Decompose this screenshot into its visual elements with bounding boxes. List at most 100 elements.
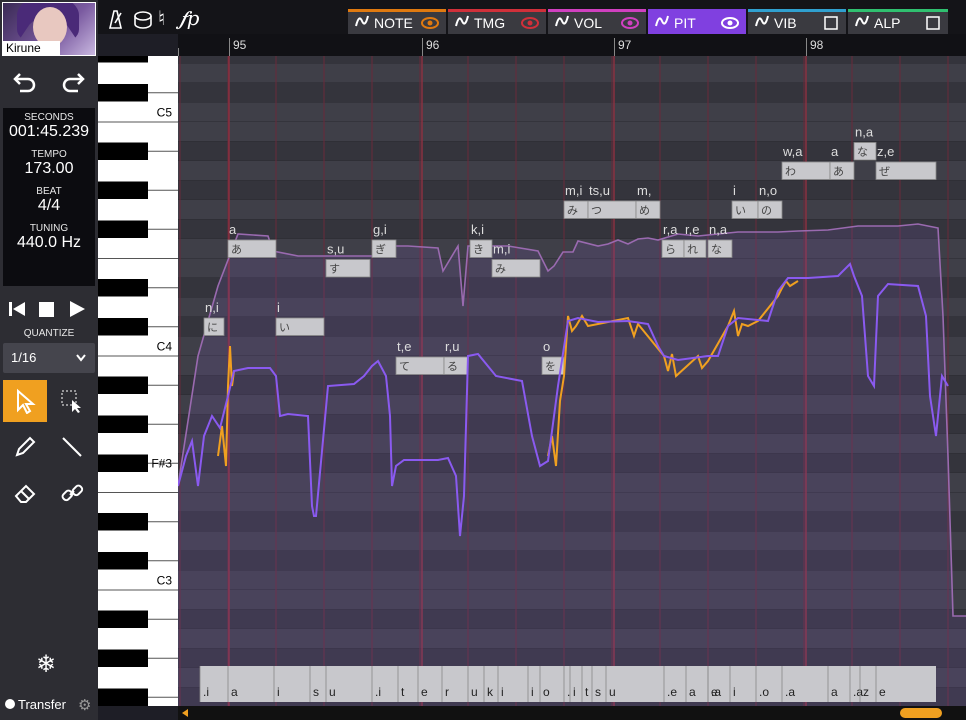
tab-vol[interactable]: VOL [548, 9, 646, 34]
note-kana: れ [687, 243, 698, 256]
tempo-label: TEMPO [31, 149, 67, 160]
lyric-phoneme: .a [853, 685, 863, 699]
tab-tmg[interactable]: TMG [448, 9, 546, 34]
pencil-tool-button[interactable] [3, 426, 47, 468]
note-phoneme: m,i [493, 242, 510, 257]
lyric-phoneme: i [733, 685, 736, 699]
cursor-icon [17, 388, 36, 414]
link-tool-button[interactable] [50, 472, 94, 514]
transport-controls [8, 298, 90, 320]
note-kana: る [447, 360, 458, 373]
note-kana: き [473, 243, 484, 256]
note-phoneme: i [277, 300, 280, 315]
note-phoneme: r,u [445, 339, 459, 354]
piano-roll[interactable]: に n,i あ a い i す s,u ぎ g,i て t,e る r,u き k,i み m,i を o み m,i つ t… [178, 56, 966, 706]
dynamics-icon[interactable]: 𝆑p [180, 6, 199, 30]
scroll-thumb[interactable] [900, 708, 942, 718]
note-phoneme: k,i [471, 222, 484, 237]
lyric-phoneme: .a [785, 685, 795, 699]
measure-number: 96 [426, 38, 440, 52]
note-phoneme: g,i [373, 222, 387, 237]
select-tool-button[interactable] [3, 380, 47, 422]
lyric-track[interactable]: .i a i s u .i t e r u k i i o. i t s u .e a e.a i .o .a a .a z e [178, 666, 966, 706]
note-kana: つ [591, 204, 602, 217]
piano-keyboard[interactable]: C5 C4 F#3 C3 [98, 56, 178, 706]
lyric-phoneme: i [531, 685, 534, 699]
lyric-phoneme: e [421, 685, 428, 699]
horizontal-scrollbar[interactable] [178, 706, 966, 720]
black-key[interactable] [98, 56, 148, 63]
beat-value[interactable]: 4/4 [3, 197, 95, 215]
lyric-phoneme: u [329, 685, 336, 699]
transfer-toggle[interactable]: Transfer [5, 697, 66, 712]
black-key[interactable] [98, 318, 148, 336]
piano-roll-canvas[interactable]: にn,iあaいiすs,u ぎg,iてt,eるr,uきk,iみm,iをoみm,iつt… [178, 56, 966, 706]
seconds-value: 001:45.239 [8, 123, 90, 140]
note-kana: に [207, 321, 218, 334]
measure-tick [178, 48, 179, 56]
tab-alp[interactable]: ALP [848, 9, 948, 34]
black-key[interactable] [98, 610, 148, 629]
pitch-row [178, 83, 966, 103]
pitch-row [178, 102, 966, 122]
note-kana: を [545, 360, 556, 373]
eraser-tool-button[interactable] [3, 472, 47, 514]
box-select-tool-button[interactable] [50, 380, 94, 422]
black-key[interactable] [98, 376, 148, 395]
metronome-icon[interactable] [104, 8, 126, 30]
quantize-select[interactable]: 1/16 [3, 343, 95, 373]
pitch-row [178, 63, 966, 83]
accidental-icon[interactable]: ♮ [158, 6, 165, 31]
black-key[interactable] [98, 181, 148, 200]
tab-note[interactable]: NOTE [348, 9, 446, 34]
undo-button[interactable] [12, 68, 38, 98]
black-key[interactable] [98, 688, 148, 707]
black-key[interactable] [98, 513, 148, 531]
measure-number: 95 [233, 38, 247, 52]
lyric-timeline[interactable]: .i a i s u .i t e r u k i i o. i t s u .e a e .a i .o .a a .a z e [178, 666, 966, 706]
quantize-label: QUANTIZE [23, 328, 75, 339]
stop-icon[interactable] [38, 300, 56, 318]
note-kana: て [399, 360, 410, 373]
redo-button[interactable] [60, 68, 86, 98]
tempo-value[interactable]: 173.00 [3, 160, 95, 178]
line-tool-button[interactable] [50, 426, 94, 468]
tab-label: PIT [674, 15, 696, 31]
black-key[interactable] [98, 142, 148, 161]
skip-back-icon[interactable] [8, 300, 26, 318]
lyric-phoneme: a [231, 685, 238, 699]
black-key[interactable] [98, 84, 148, 102]
measure-number: 97 [618, 38, 632, 52]
drum-icon[interactable] [132, 8, 154, 30]
note-kana: ぎ [375, 242, 386, 256]
play-icon[interactable] [68, 300, 86, 318]
black-key[interactable] [98, 415, 148, 434]
tab-label: VIB [774, 15, 797, 31]
note-phoneme: s,u [327, 242, 344, 257]
note-kana: め [639, 204, 650, 217]
gear-icon[interactable]: ⚙ [78, 696, 91, 714]
link-icon [61, 484, 84, 502]
tab-vib[interactable]: VIB [748, 9, 846, 34]
note-kana: の [761, 204, 772, 217]
lyric-phoneme: r [445, 685, 449, 699]
black-key[interactable] [98, 279, 148, 297]
tab-pit[interactable]: PIT [648, 9, 746, 34]
note-phoneme: z,e [877, 144, 894, 159]
scroll-left-icon[interactable] [180, 708, 190, 718]
black-key[interactable] [98, 454, 148, 473]
black-key[interactable] [98, 552, 148, 570]
tab-label: TMG [474, 15, 506, 31]
snowflake-icon[interactable]: ❄ [36, 650, 56, 679]
black-key[interactable] [98, 649, 148, 668]
black-key[interactable] [98, 220, 148, 239]
singer-avatar[interactable]: Kirune [2, 2, 96, 56]
lyric-phoneme: i [277, 685, 280, 699]
measure-ruler[interactable]: 95 96 97 98 [178, 34, 966, 56]
note-phoneme: w,a [782, 144, 803, 159]
note-phoneme: i [733, 183, 736, 198]
piano-keys[interactable]: C5 C4 F#3 C3 [98, 56, 178, 706]
tuning-value[interactable]: 440.0 Hz [3, 234, 95, 252]
lyric-phoneme: .o [759, 685, 769, 699]
lyric-phoneme: a [831, 685, 838, 699]
